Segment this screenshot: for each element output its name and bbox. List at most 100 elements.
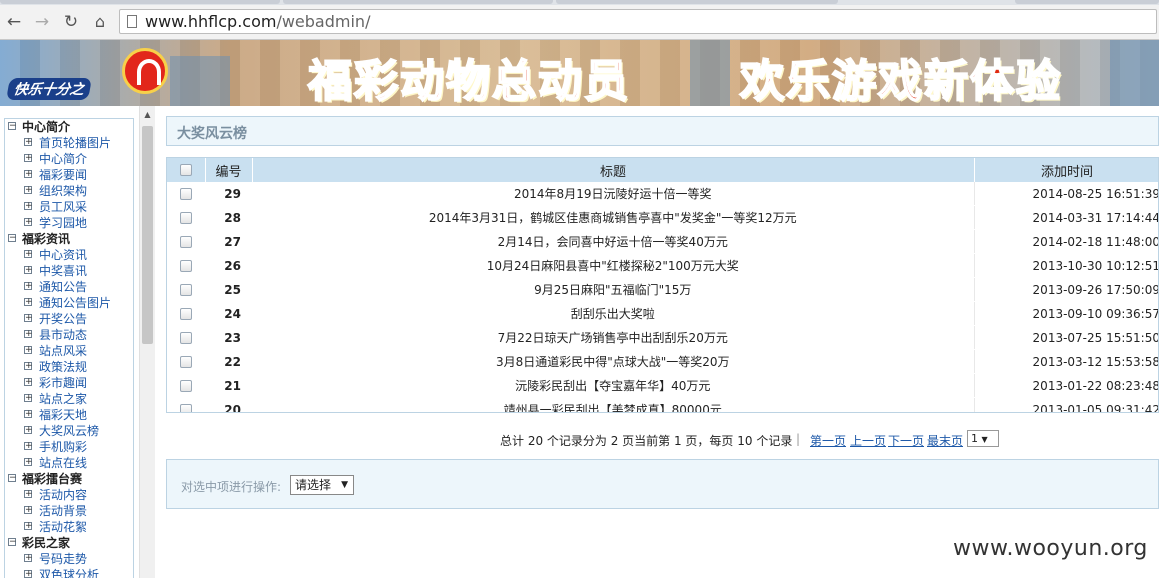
sidebar-item[interactable]: + 活动背景 [5,503,133,519]
row-checkbox[interactable] [180,188,192,200]
sidebar: − 中心简介 + 首页轮播图片 + 中心简介 + 福彩要闻 + 组织架构 + 员工风采 + 学习园地 − 福彩… [0,106,156,578]
sidebar-item-label[interactable]: 学习园地 [39,215,87,231]
sidebar-item-label[interactable]: 通知公告图片 [39,295,111,311]
sidebar-item[interactable]: + 中心资讯 [5,247,133,263]
sidebar-item-label[interactable]: 开奖公告 [39,311,87,327]
sidebar-item[interactable]: + 中奖喜讯 [5,263,133,279]
sidebar-item[interactable]: + 政策法规 [5,359,133,375]
sidebar-item-label[interactable]: 彩市趣闻 [39,375,87,391]
browser-tab[interactable] [0,0,280,4]
sidebar-item-label[interactable]: 活动背景 [39,503,87,519]
sidebar-item[interactable]: + 活动内容 [5,487,133,503]
sidebar-item-label[interactable]: 中心简介 [39,151,87,167]
row-title[interactable]: 3月8日通道彩民中得"点球大战"一等奖20万 [252,349,975,374]
browser-tab[interactable] [283,0,553,4]
row-title[interactable]: 2014年8月19日沅陵好运十倍一等奖 [252,182,975,206]
reload-icon[interactable]: ↻ [61,12,81,32]
select-all-checkbox[interactable] [179,164,192,176]
row-checkbox[interactable] [180,308,192,320]
forward-arrow-icon[interactable]: → [32,12,52,32]
sidebar-item[interactable]: + 双色球分析 [5,567,133,578]
sidebar-item-label[interactable]: 县市动态 [39,327,87,343]
sidebar-item[interactable]: + 开奖公告 [5,311,133,327]
row-title[interactable]: 2月14日，会同喜中好运十倍一等奖40万元 [252,229,975,254]
collapse-toggle-icon[interactable]: − [8,234,17,243]
sidebar-item[interactable]: + 站点风采 [5,343,133,359]
sidebar-item[interactable]: + 通知公告 [5,279,133,295]
sidebar-item[interactable]: + 学习园地 [5,215,133,231]
collapse-toggle-icon[interactable]: − [8,474,17,483]
sidebar-item[interactable]: + 手机购彩 [5,439,133,455]
sidebar-item[interactable]: + 大奖风云榜 [5,423,133,439]
sidebar-item[interactable]: + 站点在线 [5,455,133,471]
row-checkbox[interactable] [180,212,192,224]
row-checkbox[interactable] [180,284,192,296]
sidebar-item-label[interactable]: 双色球分析 [39,567,99,578]
collapse-toggle-icon[interactable]: − [8,122,17,131]
sidebar-item[interactable]: + 县市动态 [5,327,133,343]
page-select[interactable]: 1 ▼ [967,430,999,447]
batch-action-select[interactable]: 请选择 ▼ [290,475,354,495]
next-page-link[interactable]: 下一页 [888,432,924,449]
sidebar-item-label[interactable]: 中心资讯 [39,247,87,263]
first-page-link[interactable]: 第一页 [810,432,846,449]
sidebar-item-label[interactable]: 员工风采 [39,199,87,215]
row-title[interactable]: 靖州县一彩民刮出【美梦成真】80000元 [252,397,975,412]
sidebar-item[interactable]: + 活动花絮 [5,519,133,535]
sidebar-scrollbar[interactable]: ▲ [139,106,155,578]
sidebar-group[interactable]: − 福彩擂台赛 [5,471,133,487]
sidebar-item-label[interactable]: 活动内容 [39,487,87,503]
sidebar-item-label[interactable]: 通知公告 [39,279,87,295]
back-arrow-icon[interactable]: ← [4,12,24,32]
home-icon[interactable]: ⌂ [90,12,110,32]
sidebar-group[interactable]: − 彩民之家 [5,535,133,551]
row-title[interactable]: 2014年3月31日，鹤城区佳惠商城销售亭喜中"发奖金"一等奖12万元 [252,205,975,230]
scrollbar-thumb[interactable] [142,126,153,344]
sidebar-item-label[interactable]: 大奖风云榜 [39,423,99,439]
row-checkbox[interactable] [180,380,192,392]
prev-page-link[interactable]: 上一页 [850,432,886,449]
row-title[interactable]: 10月24日麻阳县喜中"红楼探秘2"100万元大奖 [252,253,975,278]
sidebar-item-label[interactable]: 福彩天地 [39,407,87,423]
last-page-link[interactable]: 最末页 [927,432,963,449]
sidebar-item[interactable]: + 福彩要闻 [5,167,133,183]
sidebar-item[interactable]: + 站点之家 [5,391,133,407]
scroll-up-arrow-icon[interactable]: ▲ [140,110,155,119]
row-checkbox[interactable] [180,404,192,412]
sidebar-item-label[interactable]: 活动花絮 [39,519,87,535]
sidebar-item[interactable]: + 组织架构 [5,183,133,199]
sidebar-item-label[interactable]: 中奖喜讯 [39,263,87,279]
sidebar-item-label[interactable]: 站点之家 [39,391,87,407]
row-title[interactable]: 沅陵彩民刮出【夺宝嘉年华】40万元 [252,373,975,398]
expand-toggle-icon: + [24,137,33,147]
sidebar-item-label[interactable]: 手机购彩 [39,439,87,455]
sidebar-item-label[interactable]: 站点风采 [39,343,87,359]
sidebar-item-label[interactable]: 政策法规 [39,359,87,375]
sidebar-item-label[interactable]: 福彩要闻 [39,167,87,183]
row-checkbox[interactable] [180,356,192,368]
row-id: 20 [205,397,252,412]
browser-tab[interactable] [556,0,838,4]
sidebar-item-label[interactable]: 站点在线 [39,455,87,471]
row-title[interactable]: 9月25日麻阳"五福临门"15万 [252,277,975,302]
sidebar-item-label[interactable]: 组织架构 [39,183,87,199]
address-bar[interactable]: www.hhflcp.com/webadmin/ [119,9,1157,34]
sidebar-item-label[interactable]: 首页轮播图片 [39,135,111,151]
sidebar-item-label[interactable]: 号码走势 [39,551,87,567]
sidebar-item[interactable]: + 彩市趣闻 [5,375,133,391]
sidebar-item[interactable]: + 员工风采 [5,199,133,215]
row-title[interactable]: 刮刮乐出大奖啦 [252,301,975,326]
row-checkbox[interactable] [180,236,192,248]
sidebar-group[interactable]: − 中心简介 [5,119,133,135]
sidebar-item[interactable]: + 中心简介 [5,151,133,167]
browser-tab[interactable] [1015,0,1159,4]
row-checkbox[interactable] [180,332,192,344]
row-checkbox[interactable] [180,260,192,272]
sidebar-item[interactable]: + 号码走势 [5,551,133,567]
sidebar-item[interactable]: + 福彩天地 [5,407,133,423]
sidebar-group[interactable]: − 福彩资讯 [5,231,133,247]
sidebar-item[interactable]: + 通知公告图片 [5,295,133,311]
collapse-toggle-icon[interactable]: − [8,538,17,547]
row-title[interactable]: 7月22日琼天广场销售亭中出刮刮乐20万元 [252,325,975,350]
sidebar-item[interactable]: + 首页轮播图片 [5,135,133,151]
